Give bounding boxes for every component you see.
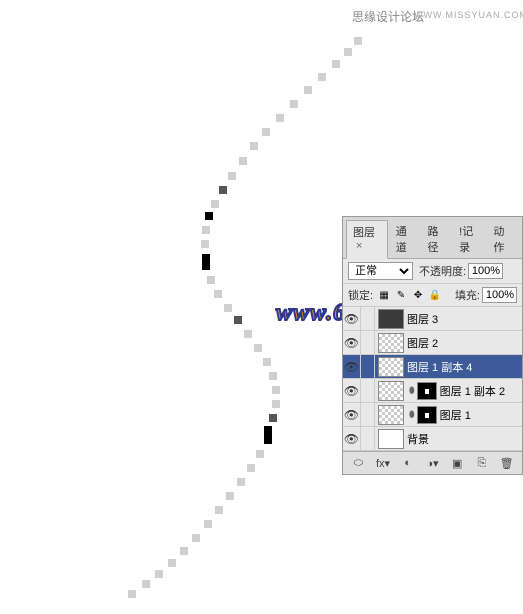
layers-list: 👁 图层 3 👁 图层 2 👁 图层 1 副本 4 👁 ⬮ 图层 1 副本 2: [343, 307, 522, 451]
layer-thumbnail[interactable]: [378, 333, 404, 353]
link-col[interactable]: [361, 379, 375, 403]
lock-pixels-icon[interactable]: ▦: [377, 288, 391, 302]
layer-thumbnail[interactable]: [378, 381, 404, 401]
add-mask-icon[interactable]: ◐: [399, 456, 417, 470]
blend-opacity-row: 正常 不透明度:: [343, 259, 522, 284]
mask-link-icon[interactable]: ⬮: [409, 385, 415, 396]
fill-input[interactable]: [482, 287, 517, 303]
layer-item[interactable]: 👁 图层 2: [343, 331, 522, 355]
eye-icon: 👁: [344, 408, 359, 422]
visibility-toggle[interactable]: 👁: [343, 379, 361, 403]
lock-position-icon[interactable]: ✥: [411, 288, 425, 302]
panel-footer: ⬭ fx▾ ◐ ◑▾ ▣ ⎘ 🗑: [343, 451, 522, 474]
layer-item[interactable]: 👁 图层 3: [343, 307, 522, 331]
layer-name: 图层 2: [407, 335, 438, 351]
visibility-toggle[interactable]: 👁: [343, 331, 361, 355]
layers-panel: 图层 × 通道 路径 !记录 动作 正常 不透明度: 锁定: ▦ ✎ ✥ 🔒 填…: [342, 216, 523, 475]
panel-tabs: 图层 × 通道 路径 !记录 动作: [343, 217, 522, 259]
visibility-toggle[interactable]: 👁: [343, 355, 361, 379]
visibility-toggle[interactable]: 👁: [343, 427, 361, 451]
link-col[interactable]: [361, 403, 375, 427]
link-layers-icon[interactable]: ⬭: [349, 456, 367, 470]
visibility-toggle[interactable]: 👁: [343, 403, 361, 427]
layer-name: 图层 3: [407, 311, 438, 327]
mask-link-icon[interactable]: ⬮: [409, 409, 415, 420]
layer-style-icon[interactable]: fx▾: [374, 456, 392, 470]
tab-layers[interactable]: 图层 ×: [346, 220, 388, 259]
link-col[interactable]: [361, 355, 375, 379]
eye-icon: 👁: [344, 360, 359, 374]
layer-name: 图层 1 副本 4: [407, 359, 472, 375]
layer-item[interactable]: 👁 ⬮ 图层 1 副本 2: [343, 379, 522, 403]
layer-name: 图层 1: [440, 407, 471, 423]
layer-name: 图层 1 副本 2: [440, 383, 505, 399]
lock-all-icon[interactable]: 🔒: [428, 288, 442, 302]
layer-thumbnail[interactable]: [378, 429, 404, 449]
lock-row: 锁定: ▦ ✎ ✥ 🔒 填充:: [343, 284, 522, 307]
layer-item-selected[interactable]: 👁 图层 1 副本 4: [343, 355, 522, 379]
visibility-toggle[interactable]: 👁: [343, 307, 361, 331]
link-col[interactable]: [361, 307, 375, 331]
fill-label: 填充:: [455, 287, 480, 303]
tab-close-icon[interactable]: ×: [356, 240, 362, 252]
blend-mode-select[interactable]: 正常: [348, 262, 413, 280]
mask-thumbnail[interactable]: [417, 406, 437, 424]
tab-channels[interactable]: 通道: [390, 220, 420, 258]
layer-item[interactable]: 👁 ⬮ 图层 1: [343, 403, 522, 427]
tab-history[interactable]: !记录: [453, 220, 485, 258]
new-layer-icon[interactable]: ⎘: [473, 456, 491, 470]
tab-layers-label: 图层: [353, 227, 375, 239]
mask-thumbnail[interactable]: [417, 382, 437, 400]
layer-name: 背景: [407, 431, 429, 447]
layer-thumbnail[interactable]: [378, 309, 404, 329]
delete-layer-icon[interactable]: 🗑: [498, 456, 516, 470]
opacity-label: 不透明度:: [419, 263, 466, 279]
link-col[interactable]: [361, 427, 375, 451]
tab-actions[interactable]: 动作: [487, 220, 517, 258]
layer-thumbnail[interactable]: [378, 357, 404, 377]
opacity-input[interactable]: [468, 263, 503, 279]
eye-icon: 👁: [344, 384, 359, 398]
eye-icon: 👁: [344, 312, 359, 326]
adjustment-layer-icon[interactable]: ◑▾: [423, 456, 441, 470]
tab-paths[interactable]: 路径: [421, 220, 451, 258]
layer-thumbnail[interactable]: [378, 405, 404, 425]
forum-url: WWW.MISSYUAN.COM: [414, 10, 523, 20]
link-col[interactable]: [361, 331, 375, 355]
eye-icon: 👁: [344, 432, 359, 446]
lock-brush-icon[interactable]: ✎: [394, 288, 408, 302]
layer-item[interactable]: 👁 背景: [343, 427, 522, 451]
new-group-icon[interactable]: ▣: [448, 456, 466, 470]
eye-icon: 👁: [344, 336, 359, 350]
lock-label: 锁定:: [348, 287, 373, 303]
